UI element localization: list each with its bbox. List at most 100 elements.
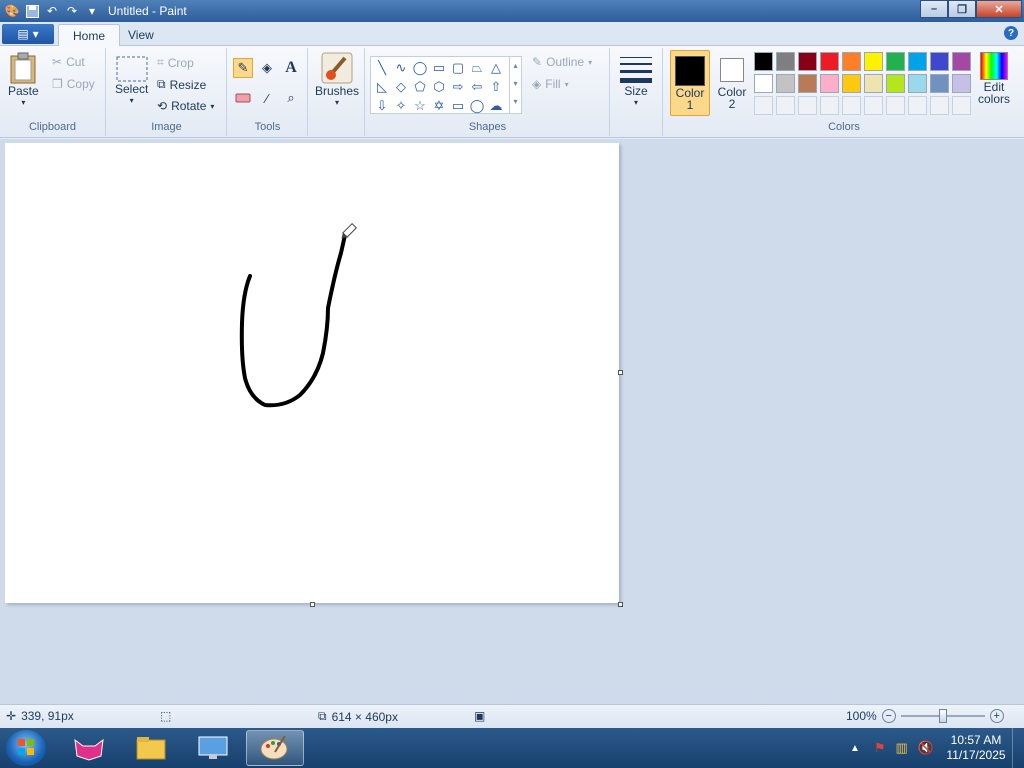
shapes-gallery[interactable]: ╲ ∿ ◯ ▭ ▢ ⏢ △ ◺ ◇ ⬠ ⬡ ⇨ ⇦ ⇧ ⇩ ✧ ☆ ✡ ▭ ◯ … — [370, 56, 522, 114]
text-tool-icon[interactable]: A — [281, 58, 301, 78]
size-button[interactable]: Size ▾ — [619, 54, 653, 107]
help-icon[interactable]: ? — [1004, 26, 1018, 40]
eraser-icon[interactable] — [233, 88, 253, 108]
magnifier-icon[interactable]: ⌕ — [281, 88, 301, 108]
triangle-shape-icon[interactable]: △ — [487, 59, 505, 77]
show-desktop-button[interactable] — [1012, 728, 1024, 768]
custom-color-slot[interactable] — [864, 96, 883, 115]
custom-color-slot[interactable] — [886, 96, 905, 115]
rotate-button[interactable]: ⟲ Rotate ▾ — [157, 99, 214, 113]
zoom-out-icon[interactable]: − — [881, 709, 896, 723]
color-swatch[interactable] — [908, 74, 927, 93]
brushes-button[interactable]: Brushes ▾ — [315, 52, 359, 107]
color-swatch[interactable] — [930, 52, 949, 71]
left-arrow-shape-icon[interactable]: ⇦ — [468, 78, 486, 96]
zoom-slider-thumb[interactable] — [938, 709, 947, 723]
copy-button[interactable]: ❐ Copy — [52, 77, 95, 91]
crop-button[interactable]: ⌗ Crop — [157, 55, 194, 70]
five-point-star-shape-icon[interactable]: ☆ — [411, 97, 429, 115]
redo-icon[interactable]: ↷ — [64, 3, 80, 19]
color-swatch[interactable] — [952, 52, 971, 71]
rectangular-callout-shape-icon[interactable]: ▭ — [449, 97, 467, 115]
zoom-slider[interactable] — [900, 709, 985, 723]
outline-button[interactable]: ✎ Outline ▾ — [532, 55, 592, 69]
save-icon[interactable] — [24, 3, 40, 19]
polygon-shape-icon[interactable]: ⏢ — [468, 59, 486, 77]
oval-callout-shape-icon[interactable]: ◯ — [468, 97, 486, 115]
color-swatch[interactable] — [842, 52, 861, 71]
right-triangle-shape-icon[interactable]: ◺ — [373, 78, 391, 96]
custom-color-slot[interactable] — [798, 96, 817, 115]
zoom-in-icon[interactable]: + — [989, 709, 1004, 723]
color-swatch[interactable] — [776, 52, 795, 71]
resize-handle-bottom[interactable] — [310, 602, 315, 607]
color-swatch[interactable] — [842, 74, 861, 93]
resize-button[interactable]: ⧉ Resize — [157, 77, 206, 92]
canvas-workspace[interactable] — [0, 139, 1024, 704]
clock[interactable]: 10:57 AM 11/17/2025 — [940, 733, 1012, 763]
custom-color-slot[interactable] — [754, 96, 773, 115]
taskbar-app-explorer[interactable] — [122, 730, 180, 766]
color-swatch[interactable] — [776, 74, 795, 93]
custom-color-slot[interactable] — [842, 96, 861, 115]
tab-view[interactable]: View — [114, 24, 168, 46]
color-picker-icon[interactable]: ⁄ — [257, 88, 277, 108]
taskbar-app-cat[interactable] — [60, 730, 118, 766]
resize-handle-right[interactable] — [618, 370, 623, 375]
custom-color-slot[interactable] — [930, 96, 949, 115]
start-button[interactable] — [6, 730, 46, 766]
right-arrow-shape-icon[interactable]: ⇨ — [449, 78, 467, 96]
show-hidden-icons-icon[interactable]: ▲ — [850, 743, 860, 754]
tab-home[interactable]: Home — [58, 24, 121, 46]
paint-app-icon[interactable]: 🎨 — [4, 3, 20, 19]
network-icon[interactable]: ▥ — [896, 740, 908, 756]
six-point-star-shape-icon[interactable]: ✡ — [430, 97, 448, 115]
custom-color-slot[interactable] — [952, 96, 971, 115]
rectangle-shape-icon[interactable]: ▭ — [430, 59, 448, 77]
four-point-star-shape-icon[interactable]: ✧ — [392, 97, 410, 115]
fill-bucket-icon[interactable]: ◈ — [257, 58, 277, 78]
drawing-canvas[interactable] — [5, 143, 619, 603]
color-swatch[interactable] — [798, 74, 817, 93]
color-swatch[interactable] — [864, 74, 883, 93]
customize-qat-icon[interactable]: ▾ — [84, 3, 100, 19]
rounded-rectangle-shape-icon[interactable]: ▢ — [449, 59, 467, 77]
custom-color-slot[interactable] — [776, 96, 795, 115]
maximize-button[interactable]: ❐ — [948, 0, 976, 18]
color-swatch[interactable] — [820, 52, 839, 71]
paint-menu-button[interactable]: ▤ ▾ — [2, 24, 54, 44]
shapes-scrollbar[interactable]: ▴ ▾ ▾ — [509, 57, 521, 113]
color-swatch[interactable] — [754, 74, 773, 93]
color-swatch[interactable] — [798, 52, 817, 71]
color-swatch[interactable] — [864, 52, 883, 71]
edit-colors-button[interactable]: Edit colors — [976, 52, 1012, 105]
custom-color-slot[interactable] — [908, 96, 927, 115]
hexagon-shape-icon[interactable]: ⬡ — [430, 78, 448, 96]
color2-button[interactable]: Color 2 — [714, 50, 750, 116]
diamond-shape-icon[interactable]: ◇ — [392, 78, 410, 96]
up-arrow-shape-icon[interactable]: ⇧ — [487, 78, 505, 96]
line-shape-icon[interactable]: ╲ — [373, 59, 391, 77]
curve-shape-icon[interactable]: ∿ — [392, 59, 410, 77]
color-swatch[interactable] — [754, 52, 773, 71]
color-swatch[interactable] — [820, 74, 839, 93]
color-swatch[interactable] — [886, 52, 905, 71]
close-button[interactable]: ✕ — [976, 0, 1022, 18]
color-swatch[interactable] — [886, 74, 905, 93]
minimize-button[interactable]: – — [920, 0, 948, 18]
action-center-flag-icon[interactable]: ⚑ — [874, 740, 886, 756]
oval-shape-icon[interactable]: ◯ — [411, 59, 429, 77]
taskbar-app-paint[interactable] — [246, 730, 304, 766]
taskbar-app-control-panel[interactable] — [184, 730, 242, 766]
color1-button[interactable]: Color 1 — [670, 50, 710, 116]
cloud-callout-shape-icon[interactable]: ☁ — [487, 97, 505, 115]
color-swatch[interactable] — [908, 52, 927, 71]
cut-button[interactable]: ✂ Cut — [52, 55, 85, 69]
undo-icon[interactable]: ↶ — [44, 3, 60, 19]
volume-muted-icon[interactable]: 🔇 — [918, 740, 934, 756]
select-button[interactable]: Select ▾ — [115, 56, 148, 105]
custom-color-slot[interactable] — [820, 96, 839, 115]
paste-button[interactable]: Paste ▾ — [8, 52, 39, 107]
fill-button[interactable]: ◈ Fill ▾ — [532, 77, 569, 91]
color-swatch[interactable] — [952, 74, 971, 93]
